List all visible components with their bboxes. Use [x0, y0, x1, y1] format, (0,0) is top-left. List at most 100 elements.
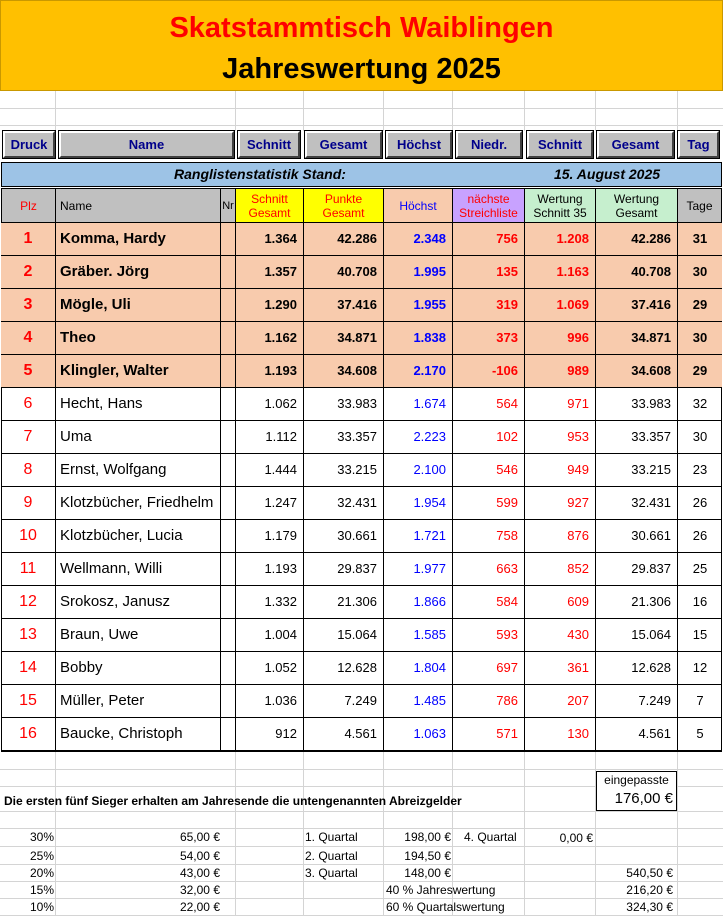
header-streichliste: nächste Streichliste [452, 188, 525, 223]
rank-cell: 5 [1, 355, 56, 387]
hoechst-cell: 1.804 [384, 652, 453, 684]
wertung-schnitt-cell: 207 [525, 685, 596, 717]
schnitt2-button[interactable]: Schnitt [526, 130, 594, 159]
tag-button[interactable]: Tag [677, 130, 720, 159]
hoechst-cell: 1.485 [384, 685, 453, 717]
schnitt-cell: 1.004 [236, 619, 304, 651]
table-row[interactable]: 14 Bobby 1.052 12.628 1.804 697 361 12.628 12 [1, 652, 722, 685]
schnitt-cell: 1.357 [236, 256, 304, 288]
nr-cell [221, 454, 236, 486]
prize-amount: 43,00 € [179, 866, 220, 880]
table-row[interactable]: 7 Uma 1.112 33.357 2.223 102 953 33.357 30 [1, 421, 722, 454]
nr-cell [221, 553, 236, 585]
jahreswertung-amount: 216,20 € [626, 883, 673, 897]
rank-cell: 4 [1, 322, 56, 354]
nr-cell [221, 619, 236, 651]
nr-cell [221, 256, 236, 288]
gesamt-button[interactable]: Gesamt [304, 130, 383, 159]
hoechst-cell: 1.954 [384, 487, 453, 519]
tage-cell: 26 [692, 528, 708, 543]
hoechst-cell: 2.348 [384, 223, 453, 255]
nr-cell [221, 718, 236, 750]
rank-cell: 15 [1, 685, 56, 717]
player-name: Müller, Peter [56, 685, 221, 717]
rank-cell: 1 [1, 223, 56, 255]
table-row[interactable]: 11 Wellmann, Willi 1.193 29.837 1.977 663 852 2… [1, 553, 722, 586]
schnitt-cell: 1.332 [236, 586, 304, 618]
table-row[interactable]: 16 Baucke, Christoph 912 4.561 1.063 571 130 4.… [1, 718, 722, 751]
tage-cell: 5 [696, 726, 704, 741]
table-row[interactable]: 1 Komma, Hardy 1.364 42.286 2.348 756 1.208 42.… [1, 223, 722, 256]
schnitt-cell: 1.444 [236, 454, 304, 486]
hoechst-button[interactable]: Höchst [385, 130, 453, 159]
wertung-schnitt-cell: 953 [525, 421, 596, 453]
gesamt-cell: 21.306 [304, 586, 384, 618]
hoechst-cell: 1.063 [384, 718, 453, 750]
wertung-schnitt-cell: 130 [525, 718, 596, 750]
gesamt-cell: 33.215 [304, 454, 384, 486]
table-row[interactable]: 9 Klotzbücher, Friedhelm 1.247 32.431 1.954 5… [1, 487, 722, 520]
table-row[interactable]: 3 Mögle, Uli 1.290 37.416 1.955 319 1.069 37.41… [1, 289, 722, 322]
wertung-schnitt-cell: 1.208 [525, 223, 596, 255]
table-row[interactable]: 13 Braun, Uwe 1.004 15.064 1.585 593 430 15.064… [1, 619, 722, 652]
table-row[interactable]: 12 Srokosz, Janusz 1.332 21.306 1.866 584 609 2… [1, 586, 722, 619]
streichliste-cell: 135 [453, 256, 525, 288]
wertung-schnitt-cell: 1.163 [525, 256, 596, 288]
streichliste-cell: 786 [453, 685, 525, 717]
niedr-button[interactable]: Niedr. [455, 130, 523, 159]
quartal-2-label: 2. Quartal [305, 849, 358, 863]
wertung-schnitt-cell: 949 [525, 454, 596, 486]
quartalswertung-label: 60 % Quartalswertung [386, 900, 505, 914]
table-row[interactable]: 2 Gräber. Jörg 1.357 40.708 1.995 135 1.163 40.… [1, 256, 722, 289]
wertung-schnitt-cell: 361 [525, 652, 596, 684]
player-name: Srokosz, Janusz [56, 586, 221, 618]
rank-cell: 16 [1, 718, 56, 750]
wertung-schnitt-cell: 971 [525, 388, 596, 420]
player-name: Mögle, Uli [56, 289, 221, 321]
eingepasste-value: 176,00 € [614, 790, 673, 807]
table-row[interactable]: 8 Ernst, Wolfgang 1.444 33.215 2.100 546 949 33… [1, 454, 722, 487]
quartal-1-amount: 198,00 € [404, 830, 451, 844]
gesamt2-button[interactable]: Gesamt [596, 130, 675, 159]
schnitt-cell: 1.247 [236, 487, 304, 519]
season-title: Jahreswertung 2025 [222, 53, 501, 85]
hoechst-cell: 1.721 [384, 520, 453, 552]
prize-amount: 22,00 € [179, 900, 220, 914]
prize-note: Die ersten fünf Sieger erhalten am Jahre… [4, 794, 462, 808]
schnitt-button[interactable]: Schnitt [237, 130, 301, 159]
streichliste-cell: 571 [453, 718, 525, 750]
tage-cell: 30 [692, 330, 708, 345]
table-row[interactable]: 4 Theo 1.162 34.871 1.838 373 996 34.871 30 [1, 322, 722, 355]
druck-button[interactable]: Druck [2, 130, 56, 159]
nr-cell [221, 421, 236, 453]
schnitt-cell: 1.052 [236, 652, 304, 684]
wertung-gesamt-cell: 4.561 [596, 718, 678, 750]
schnitt-cell: 1.364 [236, 223, 304, 255]
player-name: Baucke, Christoph [56, 718, 221, 750]
prize-percent: 30% [29, 830, 54, 844]
header-plz: Plz [1, 188, 56, 223]
wertung-gesamt-cell: 30.661 [596, 520, 678, 552]
tage-cell: 12 [692, 660, 708, 675]
rank-cell: 6 [1, 388, 56, 420]
prize-percent: 20% [29, 866, 54, 880]
table-row[interactable]: 15 Müller, Peter 1.036 7.249 1.485 786 207 7.24… [1, 685, 722, 718]
hoechst-cell: 2.223 [384, 421, 453, 453]
wertung-gesamt-cell: 34.608 [596, 355, 678, 387]
hoechst-cell: 1.585 [384, 619, 453, 651]
name-button[interactable]: Name [58, 130, 235, 159]
wertung-schnitt-cell: 876 [525, 520, 596, 552]
tage-cell: 25 [692, 561, 708, 576]
table-row[interactable]: 6 Hecht, Hans 1.062 33.983 1.674 564 971 33.983… [1, 388, 722, 421]
rank-cell: 11 [1, 553, 56, 585]
wertung-gesamt-cell: 40.708 [596, 256, 678, 288]
player-name: Theo [56, 322, 221, 354]
rank-cell: 14 [1, 652, 56, 684]
table-row[interactable]: 5 Klingler, Walter 1.193 34.608 2.170 -106 989… [1, 355, 722, 388]
rank-cell: 3 [1, 289, 56, 321]
table-row[interactable]: 10 Klotzbücher, Lucia 1.179 30.661 1.721 758 8… [1, 520, 722, 553]
header-schnitt-gesamt: Schnitt Gesamt [235, 188, 304, 223]
nr-cell [221, 289, 236, 321]
gesamt-cell: 42.286 [304, 223, 384, 255]
header-wertung-schnitt: Wertung Schnitt 35 [524, 188, 596, 223]
